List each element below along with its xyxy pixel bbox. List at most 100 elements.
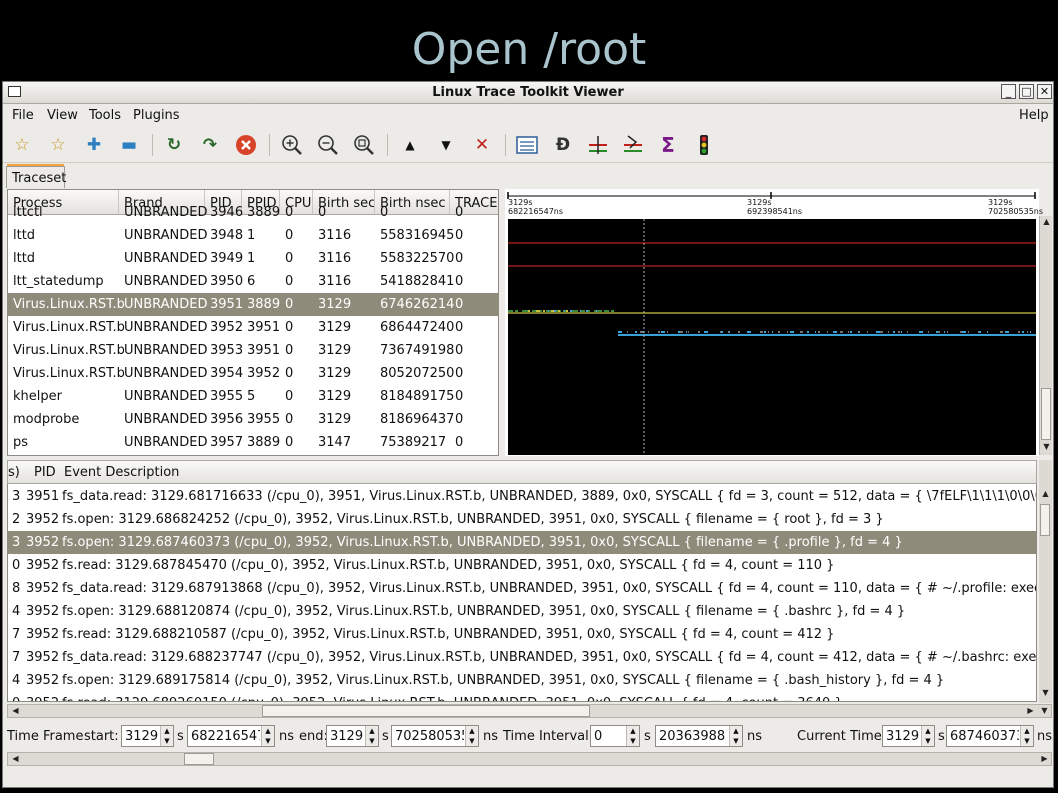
resource-view-icon[interactable] xyxy=(587,134,609,156)
stop-icon[interactable] xyxy=(235,134,257,156)
spinner-arrows-icon[interactable]: ▲ ▼ xyxy=(365,726,378,746)
scroll-left-arrow-icon[interactable]: ◀ xyxy=(9,753,22,765)
end-sec-input[interactable] xyxy=(327,726,364,746)
scroll-up-arrow-icon[interactable]: ▲ xyxy=(1040,216,1053,228)
process-row[interactable]: Virus.Linux.RST.b UNBRANDED 3951 3889 0 3129 6… xyxy=(8,293,498,316)
control-flow-icon[interactable]: Ð xyxy=(552,134,574,156)
process-row[interactable]: lttctl UNBRANDED 3946 3889 0 0 0 0 xyxy=(8,201,498,224)
redo-icon[interactable]: ↷ xyxy=(199,134,221,156)
event-row[interactable]: 7 3952 fs_data.read: 3129.688237747 (/cpu_… xyxy=(8,646,1036,669)
events-scroll-thumb[interactable] xyxy=(1040,504,1050,536)
scroll-right-arrow-icon[interactable]: ▶ xyxy=(1024,705,1037,717)
add-icon[interactable]: ✚ xyxy=(83,134,105,156)
move-up-icon[interactable]: ▲ xyxy=(399,134,421,156)
interval-sec-input[interactable] xyxy=(591,726,625,746)
scroll-right-arrow-icon[interactable]: ▶ xyxy=(1038,753,1051,765)
ruler-mid-time: 3129s 692398541ns xyxy=(747,198,803,216)
cell-process: ltt_statedump xyxy=(13,274,104,289)
move-down-icon[interactable]: ▼ xyxy=(435,134,457,156)
column-header-cpu-fragment[interactable]: s) xyxy=(8,465,20,480)
process-row[interactable]: ltt_statedump UNBRANDED 3950 6 0 3116 54188284… xyxy=(8,270,498,293)
column-header-pid[interactable]: PID xyxy=(34,465,56,480)
spinner-arrows-icon[interactable]: ▲ ▼ xyxy=(729,726,742,746)
start-nsec-spinner[interactable]: ▲▼ xyxy=(187,725,275,747)
start-sec-input[interactable] xyxy=(122,726,159,746)
menu-plugins[interactable]: Plugins xyxy=(133,108,180,123)
process-row[interactable]: khelper UNBRANDED 3955 5 0 3129 818489175 0 xyxy=(8,385,498,408)
current-nsec-input[interactable] xyxy=(947,726,1019,746)
events-vertical-scrollbar[interactable]: ▲ ▼ xyxy=(1039,460,1052,703)
event-list-icon[interactable] xyxy=(516,134,538,156)
end-nsec-input[interactable] xyxy=(392,726,464,746)
current-sec-input[interactable] xyxy=(883,726,920,746)
start-nsec-input[interactable] xyxy=(188,726,260,746)
column-header-event-description[interactable]: Event Description xyxy=(64,465,179,480)
interval-nsec-input[interactable] xyxy=(656,726,728,746)
remove-icon[interactable]: ▬ xyxy=(118,134,140,156)
event-row[interactable]: 2 3952 fs.open: 3129.686824252 (/cpu_0), 3… xyxy=(8,508,1036,531)
process-row[interactable]: Virus.Linux.RST.b UNBRANDED 3954 3952 0 3129 8… xyxy=(8,362,498,385)
zoom-out-icon[interactable] xyxy=(317,134,339,156)
statistics-icon[interactable]: Σ xyxy=(657,134,679,156)
process-row[interactable]: Virus.Linux.RST.b UNBRANDED 3953 3951 0 3129 7… xyxy=(8,339,498,362)
delete-icon[interactable]: ✕ xyxy=(471,134,493,156)
event-row[interactable]: 7 3952 fs.read: 3129.688210587 (/cpu_0), 3… xyxy=(8,623,1036,646)
add-trace-icon[interactable]: ☆ xyxy=(47,134,69,156)
process-row[interactable]: lttd UNBRANDED 3949 1 0 3116 558322570 0 xyxy=(8,247,498,270)
end-nsec-spinner[interactable]: ▲▼ xyxy=(391,725,479,747)
process-row[interactable]: Virus.Linux.RST.b UNBRANDED 3952 3951 0 3129 6… xyxy=(8,316,498,339)
minimize-button[interactable]: _ xyxy=(1001,84,1016,99)
spinner-arrows-icon[interactable]: ▲ ▼ xyxy=(1020,726,1033,746)
events-horizontal-scrollbar[interactable]: ◀ ▶ ▼ xyxy=(7,704,1052,718)
reload-icon[interactable]: ↻ xyxy=(163,134,185,156)
end-sec-spinner[interactable]: ▲▼ xyxy=(326,725,379,747)
event-row[interactable]: 0 3952 fs.read: 3129.687845470 (/cpu_0), 3… xyxy=(8,554,1036,577)
control-flow-graph[interactable] xyxy=(508,219,1036,455)
scroll-left-arrow-icon[interactable]: ◀ xyxy=(9,705,22,717)
spinner-arrows-icon[interactable]: ▲ ▼ xyxy=(465,726,478,746)
cell-trace: 0 xyxy=(455,251,464,266)
menu-help[interactable]: Help xyxy=(1019,108,1049,123)
close-window-button[interactable]: ✕ xyxy=(1037,84,1052,99)
histogram-icon[interactable] xyxy=(622,134,644,156)
event-row[interactable]: 4 3952 fs.open: 3129.689175814 (/cpu_0), 3… xyxy=(8,669,1036,692)
tab-traceset[interactable]: Traceset xyxy=(6,166,66,188)
event-row[interactable]: 8 3952 fs_data.read: 3129.687913868 (/cpu_… xyxy=(8,577,1036,600)
maximize-button[interactable]: □ xyxy=(1019,84,1034,99)
scroll-up-arrow-icon[interactable]: ▲ xyxy=(1039,488,1052,500)
window-titlebar[interactable]: Linux Trace Toolkit Viewer _ □ ✕ xyxy=(3,82,1053,104)
scroll-down-arrow-icon[interactable]: ▼ xyxy=(1040,441,1053,453)
zoom-in-icon[interactable] xyxy=(281,134,303,156)
scroll-down-arrow-icon[interactable]: ▼ xyxy=(1039,687,1052,699)
spinner-arrows-icon[interactable]: ▲ ▼ xyxy=(921,726,934,746)
cell-pid: 3952 xyxy=(26,650,60,665)
time-scroll-thumb[interactable] xyxy=(184,753,214,765)
viewer-vertical-scrollbar[interactable]: ▲ ▼ xyxy=(1039,216,1052,455)
spinner-arrows-icon[interactable]: ▲ ▼ xyxy=(160,726,173,746)
open-trace-icon[interactable]: ☆ xyxy=(11,134,33,156)
event-row[interactable]: 3 3952 fs.open: 3129.687460373 (/cpu_0), 3… xyxy=(8,531,1036,554)
current-nsec-spinner[interactable]: ▲▼ xyxy=(946,725,1034,747)
process-row[interactable]: modprobe UNBRANDED 3956 3955 0 3129 818696437 0 xyxy=(8,408,498,431)
interval-sec-spinner[interactable]: ▲▼ xyxy=(590,725,640,747)
interval-nsec-spinner[interactable]: ▲▼ xyxy=(655,725,743,747)
scroll-down-arrow-icon[interactable]: ▼ xyxy=(1038,705,1051,717)
process-row[interactable]: lttd UNBRANDED 3948 1 0 3116 558316945 0 xyxy=(8,224,498,247)
events-hscroll-thumb[interactable] xyxy=(262,705,590,717)
zoom-fit-icon[interactable] xyxy=(353,134,375,156)
event-row[interactable]: 0 3952fs.read: 3129.689260150 (/cpu_0), 3… xyxy=(8,692,1036,701)
menu-file[interactable]: File xyxy=(12,108,34,123)
event-row[interactable]: 3 3951 fs_data.read: 3129.681716633 (/cpu_… xyxy=(8,485,1036,508)
viewer-scroll-thumb[interactable] xyxy=(1041,388,1051,440)
spinner-arrows-icon[interactable]: ▲ ▼ xyxy=(626,726,639,746)
event-row[interactable]: 4 3952 fs.open: 3129.688120874 (/cpu_0), 3… xyxy=(8,600,1036,623)
menu-tools[interactable]: Tools xyxy=(89,108,121,123)
traffic-light-icon[interactable] xyxy=(693,134,715,156)
spinner-arrows-icon[interactable]: ▲ ▼ xyxy=(261,726,274,746)
menu-view[interactable]: View xyxy=(47,108,78,123)
time-ruler[interactable]: 3129s 682216547ns 3129s 692398541ns 3129s 7… xyxy=(505,189,1043,217)
process-row[interactable]: ps UNBRANDED 3957 3889 0 3147 75389217 0 xyxy=(8,431,498,454)
start-sec-spinner[interactable]: ▲▼ xyxy=(121,725,174,747)
current-sec-spinner[interactable]: ▲▼ xyxy=(882,725,935,747)
time-horizontal-scrollbar[interactable]: ◀ ▶ xyxy=(7,752,1052,766)
